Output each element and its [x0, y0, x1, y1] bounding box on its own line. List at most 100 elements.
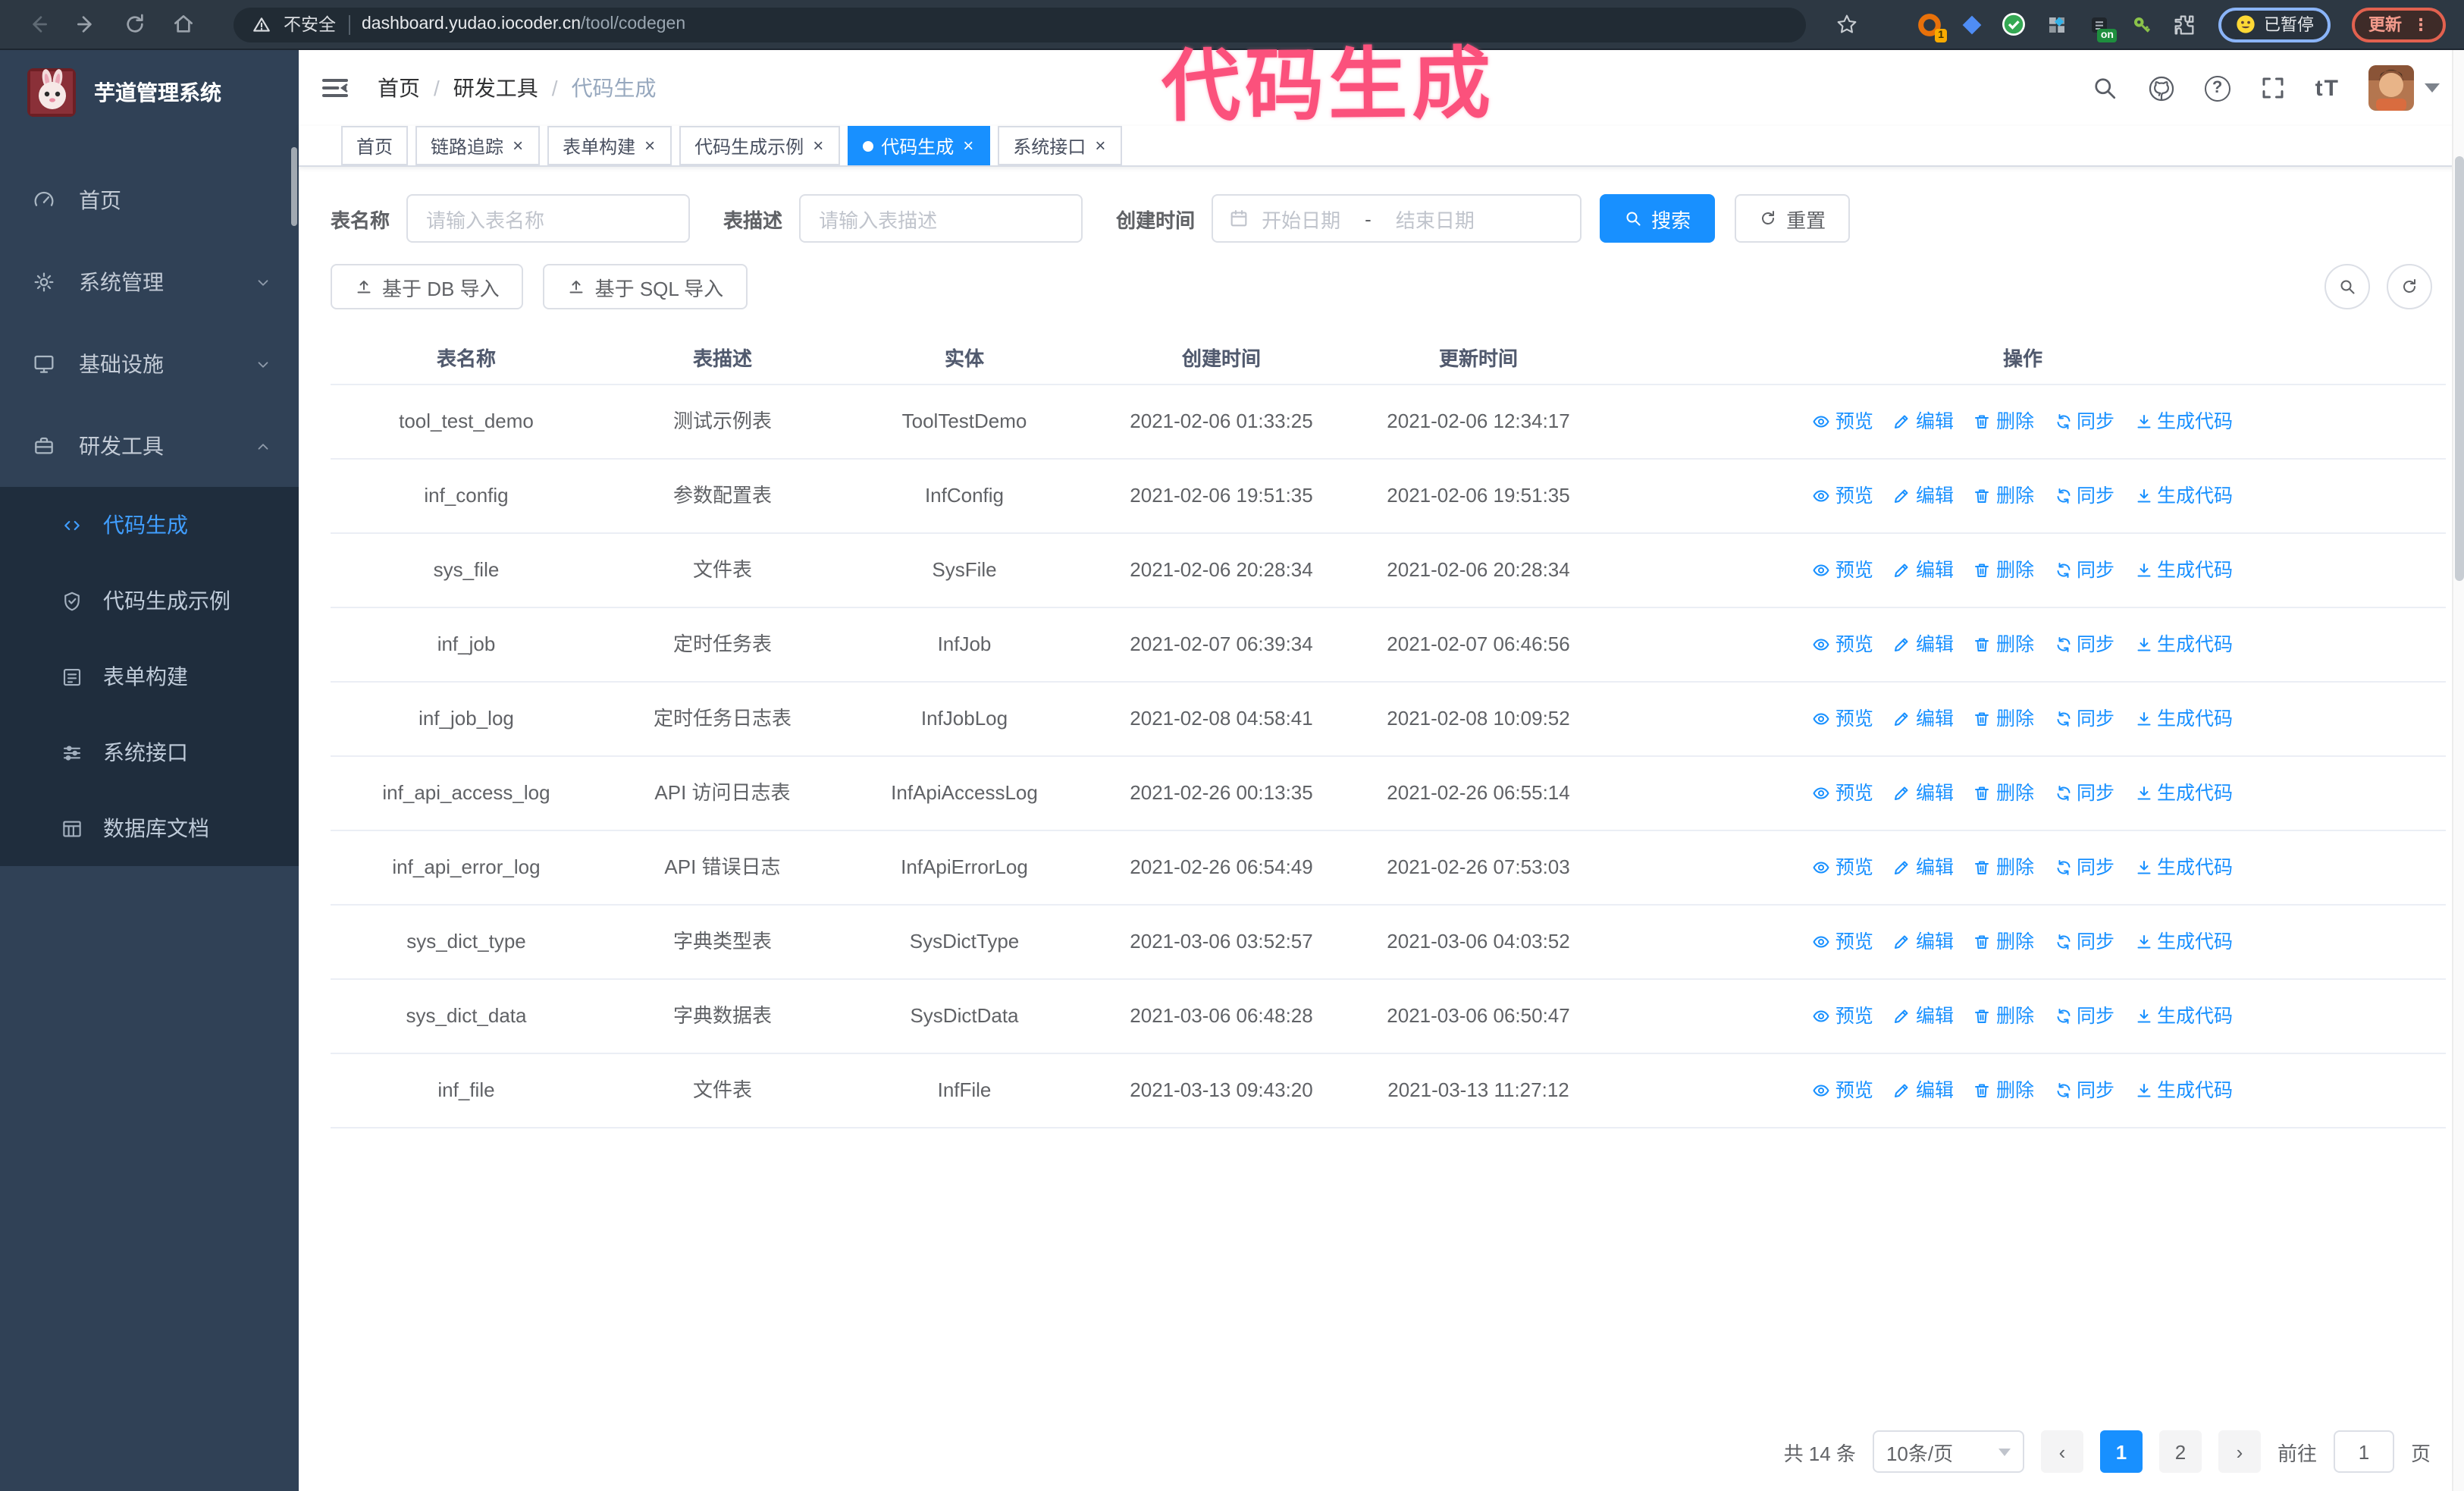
browser-reload-button[interactable]	[115, 5, 155, 44]
font-size-icon[interactable]: tT	[2315, 75, 2340, 101]
extension-grid-icon[interactable]	[2039, 6, 2073, 42]
tab-close-icon[interactable]: ×	[643, 137, 657, 155]
tab-close-icon[interactable]: ×	[961, 137, 975, 155]
action-download[interactable]: 生成代码	[2134, 1075, 2233, 1106]
sidebar-subitem-form[interactable]: 表单构建	[0, 639, 299, 714]
action-delete[interactable]: 删除	[1973, 629, 2034, 660]
action-delete[interactable]: 删除	[1973, 1075, 2034, 1106]
action-eye[interactable]: 预览	[1813, 481, 1873, 511]
action-delete[interactable]: 删除	[1973, 704, 2034, 734]
tab-代码生成[interactable]: 代码生成 ×	[848, 126, 991, 165]
action-eye[interactable]: 预览	[1813, 406, 1873, 437]
action-download[interactable]: 生成代码	[2134, 704, 2233, 734]
extension-blue-diamond-icon[interactable]	[1955, 6, 1988, 42]
browser-home-button[interactable]	[164, 5, 203, 44]
tab-close-icon[interactable]: ×	[811, 137, 825, 155]
action-eye[interactable]: 预览	[1813, 1075, 1873, 1106]
action-eye[interactable]: 预览	[1813, 778, 1873, 808]
github-icon[interactable]	[2147, 74, 2176, 102]
sidebar-subitem-shield[interactable]: 代码生成示例	[0, 563, 299, 639]
table-name-input[interactable]: 请输入表名称	[406, 194, 691, 243]
page-size-select[interactable]: 10条/页	[1872, 1430, 2024, 1473]
reset-button[interactable]: 重置	[1735, 194, 1851, 243]
import-sql-button[interactable]: 基于 SQL 导入	[543, 264, 748, 309]
action-sync[interactable]: 同步	[2054, 778, 2114, 808]
action-edit[interactable]: 编辑	[1893, 852, 1954, 883]
prev-page-button[interactable]: ‹	[2040, 1430, 2083, 1473]
action-edit[interactable]: 编辑	[1893, 1075, 1954, 1106]
action-eye[interactable]: 预览	[1813, 555, 1873, 585]
action-sync[interactable]: 同步	[2054, 629, 2114, 660]
action-download[interactable]: 生成代码	[2134, 555, 2233, 585]
action-delete[interactable]: 删除	[1973, 555, 2034, 585]
scrollbar-thumb[interactable]	[2455, 156, 2464, 581]
breadcrumb-dev-tools[interactable]: 研发工具	[453, 73, 538, 103]
toggle-search-button[interactable]	[2324, 264, 2370, 309]
action-sync[interactable]: 同步	[2054, 704, 2114, 734]
action-delete[interactable]: 删除	[1973, 1001, 2034, 1031]
action-eye[interactable]: 预览	[1813, 704, 1873, 734]
tab-close-icon[interactable]: ×	[511, 137, 525, 155]
extension-dark-on-icon[interactable]: on	[2082, 6, 2117, 42]
action-download[interactable]: 生成代码	[2134, 629, 2233, 660]
sidebar-item-dashboard[interactable]: 首页	[0, 159, 299, 241]
action-download[interactable]: 生成代码	[2134, 1001, 2233, 1031]
action-sync[interactable]: 同步	[2054, 406, 2114, 437]
browser-menu-dots-icon[interactable]: ⋮	[2412, 14, 2429, 34]
tab-首页[interactable]: 首页	[341, 126, 409, 165]
next-page-button[interactable]: ›	[2218, 1430, 2261, 1473]
sidebar-subitem-code[interactable]: 代码生成	[0, 487, 299, 563]
extensions-puzzle-icon[interactable]	[2167, 6, 2200, 42]
action-sync[interactable]: 同步	[2054, 852, 2114, 883]
action-delete[interactable]: 删除	[1973, 778, 2034, 808]
action-sync[interactable]: 同步	[2054, 927, 2114, 957]
action-eye[interactable]: 预览	[1813, 1001, 1873, 1031]
action-sync[interactable]: 同步	[2054, 481, 2114, 511]
action-eye[interactable]: 预览	[1813, 629, 1873, 660]
fullscreen-icon[interactable]	[2259, 74, 2287, 102]
action-edit[interactable]: 编辑	[1893, 1001, 1954, 1031]
extension-orange-ring-icon[interactable]: 1	[1912, 6, 1947, 42]
profile-paused-pill[interactable]: 已暂停	[2218, 7, 2331, 42]
tab-系统接口[interactable]: 系统接口 ×	[998, 126, 1123, 165]
app-logo-row[interactable]: 芋道管理系统	[0, 50, 299, 135]
address-bar[interactable]: 不安全 dashboard.yudao.iocoder.cn/tool/code…	[234, 7, 1806, 42]
action-edit[interactable]: 编辑	[1893, 481, 1954, 511]
breadcrumb-home[interactable]: 首页	[378, 73, 420, 103]
browser-forward-button[interactable]	[67, 5, 106, 44]
extension-green-check-icon[interactable]	[1997, 6, 2030, 42]
header-search-icon[interactable]	[2091, 74, 2118, 102]
action-delete[interactable]: 删除	[1973, 852, 2034, 883]
browser-update-button[interactable]: 更新 ⋮	[2352, 7, 2446, 42]
help-icon[interactable]: ?	[2204, 75, 2230, 101]
table-desc-input[interactable]: 请输入表描述	[799, 194, 1083, 243]
bookmark-star-icon[interactable]	[1830, 6, 1864, 42]
sidebar-item-toolbox[interactable]: 研发工具	[0, 405, 299, 487]
sidebar-subitem-sliders[interactable]: 系统接口	[0, 714, 299, 790]
user-avatar[interactable]	[2368, 65, 2414, 111]
action-download[interactable]: 生成代码	[2134, 406, 2233, 437]
window-scrollbar[interactable]	[2452, 50, 2464, 1491]
sidebar-item-monitor[interactable]: 基础设施	[0, 323, 299, 405]
goto-page-input[interactable]: 1	[2333, 1430, 2394, 1473]
action-edit[interactable]: 编辑	[1893, 555, 1954, 585]
date-end-input[interactable]: 结束日期	[1396, 204, 1475, 233]
action-delete[interactable]: 删除	[1973, 927, 2034, 957]
page-button-1[interactable]: 1	[2099, 1430, 2143, 1473]
action-eye[interactable]: 预览	[1813, 927, 1873, 957]
action-eye[interactable]: 预览	[1813, 852, 1873, 883]
action-sync[interactable]: 同步	[2054, 1001, 2114, 1031]
refresh-table-button[interactable]	[2387, 264, 2432, 309]
browser-back-button[interactable]	[18, 5, 58, 44]
action-edit[interactable]: 编辑	[1893, 778, 1954, 808]
tab-链路追踪[interactable]: 链路追踪 ×	[415, 126, 541, 165]
action-edit[interactable]: 编辑	[1893, 406, 1954, 437]
sidebar-subitem-dbtable[interactable]: 数据库文档	[0, 790, 299, 866]
tab-表单构建[interactable]: 表单构建 ×	[547, 126, 672, 165]
action-download[interactable]: 生成代码	[2134, 481, 2233, 511]
search-button[interactable]: 搜索	[1600, 194, 1716, 243]
action-sync[interactable]: 同步	[2054, 555, 2114, 585]
page-button-2[interactable]: 2	[2158, 1430, 2202, 1473]
date-start-input[interactable]: 开始日期	[1262, 204, 1340, 233]
user-menu[interactable]	[2368, 65, 2440, 111]
